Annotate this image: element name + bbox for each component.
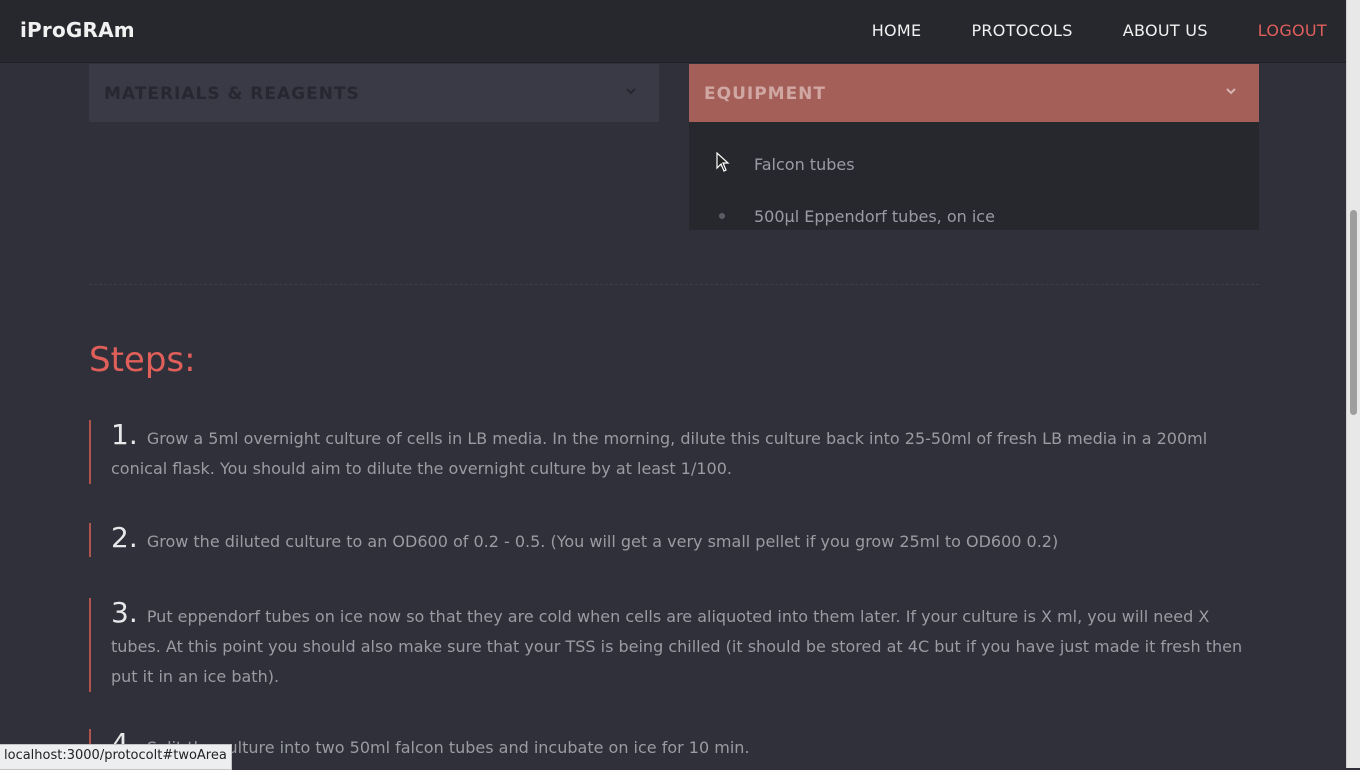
nav-protocols-link[interactable]: PROTOCOLS — [971, 21, 1072, 40]
steps-heading: Steps: — [89, 340, 196, 380]
nav-logout-link[interactable]: LOGOUT — [1258, 21, 1327, 40]
vertical-scrollbar[interactable] — [1346, 0, 1360, 768]
scrollbar-thumb[interactable] — [1350, 210, 1357, 415]
bullet-icon — [719, 213, 725, 219]
nav-links: HOME PROTOCOLS ABOUT US LOGOUT — [822, 21, 1327, 40]
brand-logo[interactable]: iProGRAm — [20, 18, 135, 42]
navbar: iProGRAm HOME PROTOCOLS ABOUT US LOGOUT — [0, 0, 1347, 63]
mouse-cursor-icon — [716, 151, 730, 176]
step-number: 1. — [111, 418, 138, 451]
step-text: Grow the diluted culture to an OD600 of … — [146, 532, 1059, 551]
nav-home-link[interactable]: HOME — [872, 21, 922, 40]
equipment-list: Falcon tubes 500µl Eppendorf tubes, on i… — [689, 122, 1259, 230]
step-number: 2. — [111, 521, 138, 554]
step-text: Grow a 5ml overnight culture of cells in… — [111, 429, 1208, 478]
link-status-bar: localhost:3000/protocolt#twoArea — [0, 744, 232, 770]
step-number: 3. — [111, 596, 138, 629]
step-item: 2. Grow the diluted culture to an OD600 … — [89, 523, 1261, 557]
materials-reagents-panel-header[interactable]: MATERIALS & REAGENTS — [89, 64, 659, 122]
equipment-item: Falcon tubes — [754, 155, 855, 174]
nav-about-link[interactable]: ABOUT US — [1123, 21, 1208, 40]
equipment-item: 500µl Eppendorf tubes, on ice — [754, 207, 995, 226]
step-text: Split the culture into two 50ml falcon t… — [146, 738, 750, 757]
chevron-down-icon — [625, 84, 637, 100]
step-item: 1. Grow a 5ml overnight culture of cells… — [89, 420, 1261, 484]
chevron-down-icon — [1225, 84, 1237, 100]
equipment-panel-header[interactable]: EQUIPMENT — [689, 64, 1259, 122]
step-text: Put eppendorf tubes on ice now so that t… — [111, 607, 1243, 686]
step-item: 3. Put eppendorf tubes on ice now so tha… — [89, 598, 1261, 692]
section-divider — [89, 284, 1259, 285]
materials-panel-title: MATERIALS & REAGENTS — [104, 84, 360, 104]
step-item: 4. Split the culture into two 50ml falco… — [89, 729, 1261, 768]
equipment-panel-title: EQUIPMENT — [704, 84, 827, 104]
